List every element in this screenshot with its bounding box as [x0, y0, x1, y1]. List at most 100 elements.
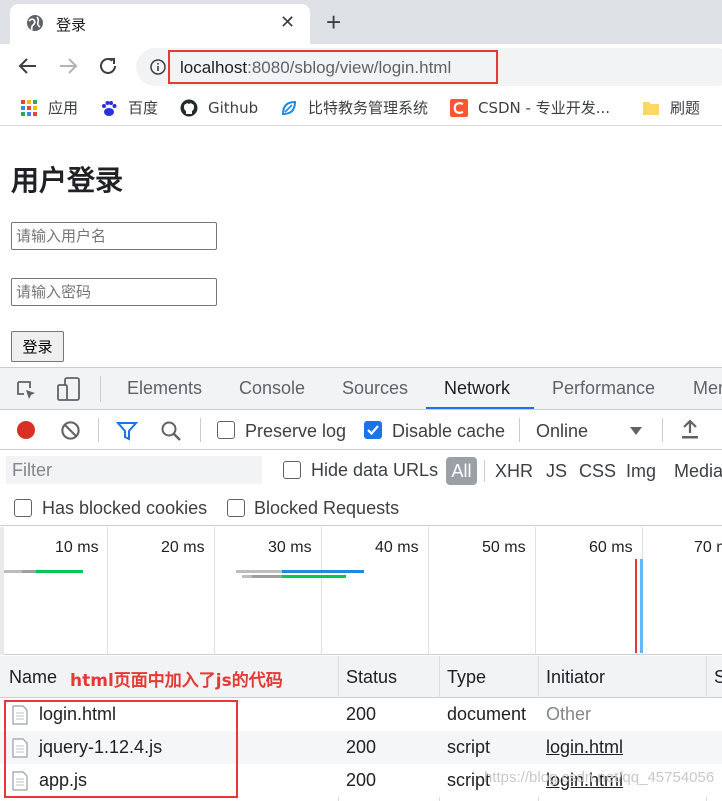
network-filter-bar: Hide data URLs All XHR JS CSS Img Media [0, 450, 722, 490]
tick-label: 50 ms [482, 539, 526, 556]
filter-css[interactable]: CSS [579, 461, 616, 482]
username-input[interactable] [11, 222, 217, 250]
forward-arrow-icon[interactable] [56, 54, 80, 78]
request-initiator: Other [546, 704, 592, 724]
has-blocked-cookies-label: Has blocked cookies [42, 498, 208, 518]
toolbar-divider [200, 418, 201, 442]
tab-close-icon[interactable]: ✕ [280, 12, 295, 32]
tab-performance[interactable]: Performance [552, 378, 655, 399]
dropdown-arrow-icon[interactable] [630, 426, 642, 436]
has-blocked-cookies-checkbox[interactable] [14, 499, 32, 517]
waterfall-bar [252, 575, 282, 578]
disable-cache-checkbox[interactable] [364, 421, 382, 439]
url-highlight-box: localhost:8080/sblog/view/login.html [168, 50, 498, 84]
waterfall-bar [4, 570, 22, 573]
bookmarks-bar: 应用 百度 Github 比特教务管理系统 CSDN - 专业开发... 刷题 [0, 90, 722, 126]
hide-data-urls-label: Hide data URLs [311, 460, 439, 480]
tick-gridline [428, 527, 429, 655]
tick-label: 70 ms [694, 539, 722, 556]
preserve-log-checkbox[interactable] [217, 421, 235, 439]
checkmark-icon [367, 425, 379, 436]
record-icon[interactable] [15, 419, 37, 441]
blocked-requests-checkbox[interactable] [227, 499, 245, 517]
load-event-marker [635, 559, 637, 653]
bookmark-label: CSDN - 专业开发... [478, 99, 611, 117]
column-header-initiator[interactable]: Initiator [546, 667, 605, 688]
devtools-panel: Elements Console Sources Network Perform… [0, 367, 722, 801]
bookmark-label: 比特教务管理系统 [308, 99, 429, 117]
hide-data-urls-checkbox[interactable] [283, 461, 301, 479]
filter-input[interactable] [6, 456, 262, 484]
blocked-requests-label: Blocked Requests [254, 498, 400, 518]
request-type: script [447, 737, 491, 757]
waterfall-bar [282, 575, 346, 578]
tab-title: 登录 [56, 16, 87, 34]
page-title: 用户登录 [11, 164, 124, 197]
filter-funnel-icon[interactable] [116, 420, 138, 442]
waterfall-bar [282, 570, 364, 573]
timeline-handle[interactable] [0, 527, 4, 655]
baidu-paw-icon [102, 101, 117, 116]
request-type: document [447, 704, 527, 724]
disable-cache-label: Disable cache [392, 421, 506, 441]
column-header-type[interactable]: Type [447, 667, 486, 688]
browser-tab-strip: 登录 ✕ + [0, 0, 722, 44]
clear-icon[interactable] [60, 420, 81, 441]
tick-gridline [107, 527, 108, 655]
github-icon [180, 99, 198, 117]
tab-console[interactable]: Console [239, 378, 305, 399]
filter-all-chip[interactable]: All [446, 457, 477, 485]
tick-gridline [321, 527, 322, 655]
apps-grid-icon [21, 100, 37, 116]
request-status: 200 [346, 770, 377, 790]
waterfall-bar [242, 575, 252, 578]
site-info-icon[interactable] [150, 59, 166, 75]
initiator-link[interactable]: login.html [546, 737, 623, 758]
new-tab-button[interactable]: + [326, 8, 341, 36]
toolbar-divider [484, 460, 485, 482]
bookmark-label: 刷题 [670, 99, 701, 117]
tick-label: 20 ms [161, 539, 205, 556]
network-controls: Preserve log Disable cache Online [0, 410, 722, 450]
filter-img[interactable]: Img [626, 461, 656, 482]
back-arrow-icon[interactable] [16, 54, 40, 78]
address-bar[interactable]: localhost:8080/sblog/view/login.html [136, 48, 722, 86]
bookmark-label: 应用 [48, 99, 79, 117]
waterfall-bar [236, 570, 282, 573]
tick-gridline [214, 527, 215, 655]
filter-media[interactable]: Media [674, 461, 722, 482]
tick-label: 60 ms [589, 539, 633, 556]
toolbar-divider [98, 418, 99, 442]
network-overview-timeline: 10 ms 20 ms 30 ms 40 ms 50 ms 60 ms 70 m… [0, 527, 722, 655]
column-header-name[interactable]: Name [9, 667, 57, 688]
url-text[interactable]: localhost:8080/sblog/view/login.html [180, 58, 451, 78]
tick-gridline [535, 527, 536, 655]
device-toolbar-icon[interactable] [56, 376, 82, 402]
filter-xhr[interactable]: XHR [495, 461, 533, 482]
inspect-element-icon[interactable] [14, 378, 38, 402]
tab-memory[interactable]: Mem [693, 378, 722, 399]
waterfall-bar [22, 570, 36, 573]
browser-tab[interactable]: 登录 ✕ [10, 4, 310, 44]
filter-js[interactable]: JS [546, 461, 567, 482]
column-header-size[interactable]: S [714, 667, 722, 688]
tab-elements[interactable]: Elements [127, 378, 202, 399]
requests-table: Name Status Type Initiator S html页面中加入了j… [0, 656, 722, 801]
import-har-icon[interactable] [680, 418, 700, 440]
url-path: :8080/sblog/view/login.html [247, 58, 452, 77]
search-icon[interactable] [160, 420, 182, 442]
url-host: localhost [180, 58, 248, 77]
password-input[interactable] [11, 278, 217, 306]
bookmark-label: Github [208, 99, 259, 117]
tick-label: 40 ms [375, 539, 419, 556]
tab-network[interactable]: Network [444, 378, 510, 399]
reload-icon[interactable] [96, 54, 120, 78]
tab-sources[interactable]: Sources [342, 378, 408, 399]
login-button[interactable]: 登录 [11, 331, 64, 362]
preserve-log-label: Preserve log [245, 421, 347, 441]
watermark-text: https://blog.csdn.net/qq_45754056 [484, 769, 715, 786]
column-header-status[interactable]: Status [346, 667, 397, 688]
devtools-tab-bar: Elements Console Sources Network Perform… [0, 368, 722, 410]
throttling-select[interactable]: Online [536, 421, 588, 442]
browser-toolbar: localhost:8080/sblog/view/login.html [0, 44, 722, 90]
